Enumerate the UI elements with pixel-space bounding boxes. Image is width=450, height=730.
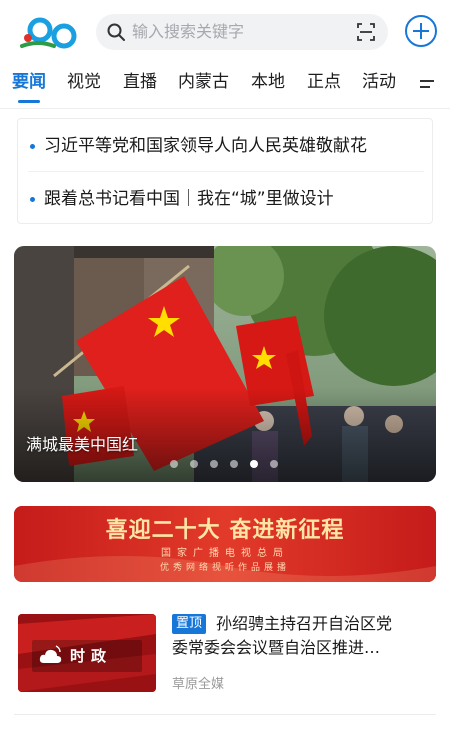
- tab-bendi[interactable]: 本地: [251, 70, 285, 94]
- tab-yaowen[interactable]: 要闻: [12, 70, 46, 94]
- tabs-divider: [0, 108, 450, 109]
- tab-zhengdian[interactable]: 正点: [307, 70, 341, 94]
- tab-zhibo[interactable]: 直播: [123, 70, 157, 94]
- channel-tabs: 要闻 视觉 直播 内蒙古 本地 正点 活动: [0, 66, 450, 106]
- pinned-badge: 置顶: [172, 614, 207, 634]
- list-divider: [14, 714, 436, 715]
- news-list-item[interactable]: 时政 置顶 孙绍骋主持召开自治区党 委常委会会议暨自治区推进… 草原全媒: [0, 604, 450, 704]
- news-source: 草原全媒: [172, 677, 225, 692]
- promo-banner[interactable]: 喜迎二十大 奋进新征程 国家广播电视总局 优秀网络视听作品展播: [14, 506, 436, 582]
- thumbnail-label: 时政: [70, 647, 113, 665]
- headline-text: 跟着总书记看中国｜我在“城”里做设计: [44, 189, 334, 209]
- search-bar[interactable]: 输入搜索关键字: [96, 14, 388, 50]
- menu-icon[interactable]: [418, 76, 436, 92]
- promo-title: 喜迎二十大 奋进新征程: [105, 517, 345, 543]
- scan-icon[interactable]: [356, 22, 376, 42]
- carousel-dot[interactable]: [230, 460, 238, 468]
- plus-circle-icon[interactable]: [404, 14, 438, 48]
- carousel-dot-active[interactable]: [250, 460, 258, 468]
- news-title-line-2: 委常委会会议暨自治区推进…: [172, 638, 381, 657]
- carousel-dot[interactable]: [190, 460, 198, 468]
- bullet-dot-icon: [30, 197, 35, 202]
- promo-subtitle: 国家广播电视总局: [161, 548, 289, 559]
- news-thumbnail: 时政: [18, 614, 156, 692]
- top-header: 输入搜索关键字: [0, 0, 450, 64]
- headline-item[interactable]: 跟着总书记看中国｜我在“城”里做设计: [18, 172, 434, 224]
- headline-list: 习近平等党和国家领导人向人民英雄敬献花 跟着总书记看中国｜我在“城”里做设计: [17, 118, 433, 224]
- search-icon: [107, 23, 125, 41]
- news-title-line-1: 孙绍骋主持召开自治区党: [216, 614, 393, 633]
- promo-subtitle-2: 优秀网络视听作品展播: [159, 563, 290, 573]
- bullet-dot-icon: [30, 144, 35, 149]
- carousel-dot[interactable]: [170, 460, 178, 468]
- carousel-caption: 满城最美中国红: [26, 435, 139, 454]
- cloud-broadcast-icon: [39, 645, 62, 663]
- tab-neimenggu[interactable]: 内蒙古: [178, 70, 229, 94]
- headline-item[interactable]: 习近平等党和国家领导人向人民英雄敬献花: [18, 119, 434, 171]
- carousel-dot[interactable]: [210, 460, 218, 468]
- carousel-dot[interactable]: [270, 460, 278, 468]
- headline-text: 习近平等党和国家领导人向人民英雄敬献花: [44, 136, 367, 156]
- photo-carousel[interactable]: 满城最美中国红: [14, 246, 436, 482]
- tab-shijue[interactable]: 视觉: [67, 70, 101, 94]
- search-placeholder: 输入搜索关键字: [132, 22, 245, 41]
- carousel-indicator: [170, 460, 290, 470]
- active-tab-indicator: [18, 100, 40, 103]
- app-logo-icon[interactable]: [18, 12, 82, 52]
- tab-huodong[interactable]: 活动: [362, 70, 396, 94]
